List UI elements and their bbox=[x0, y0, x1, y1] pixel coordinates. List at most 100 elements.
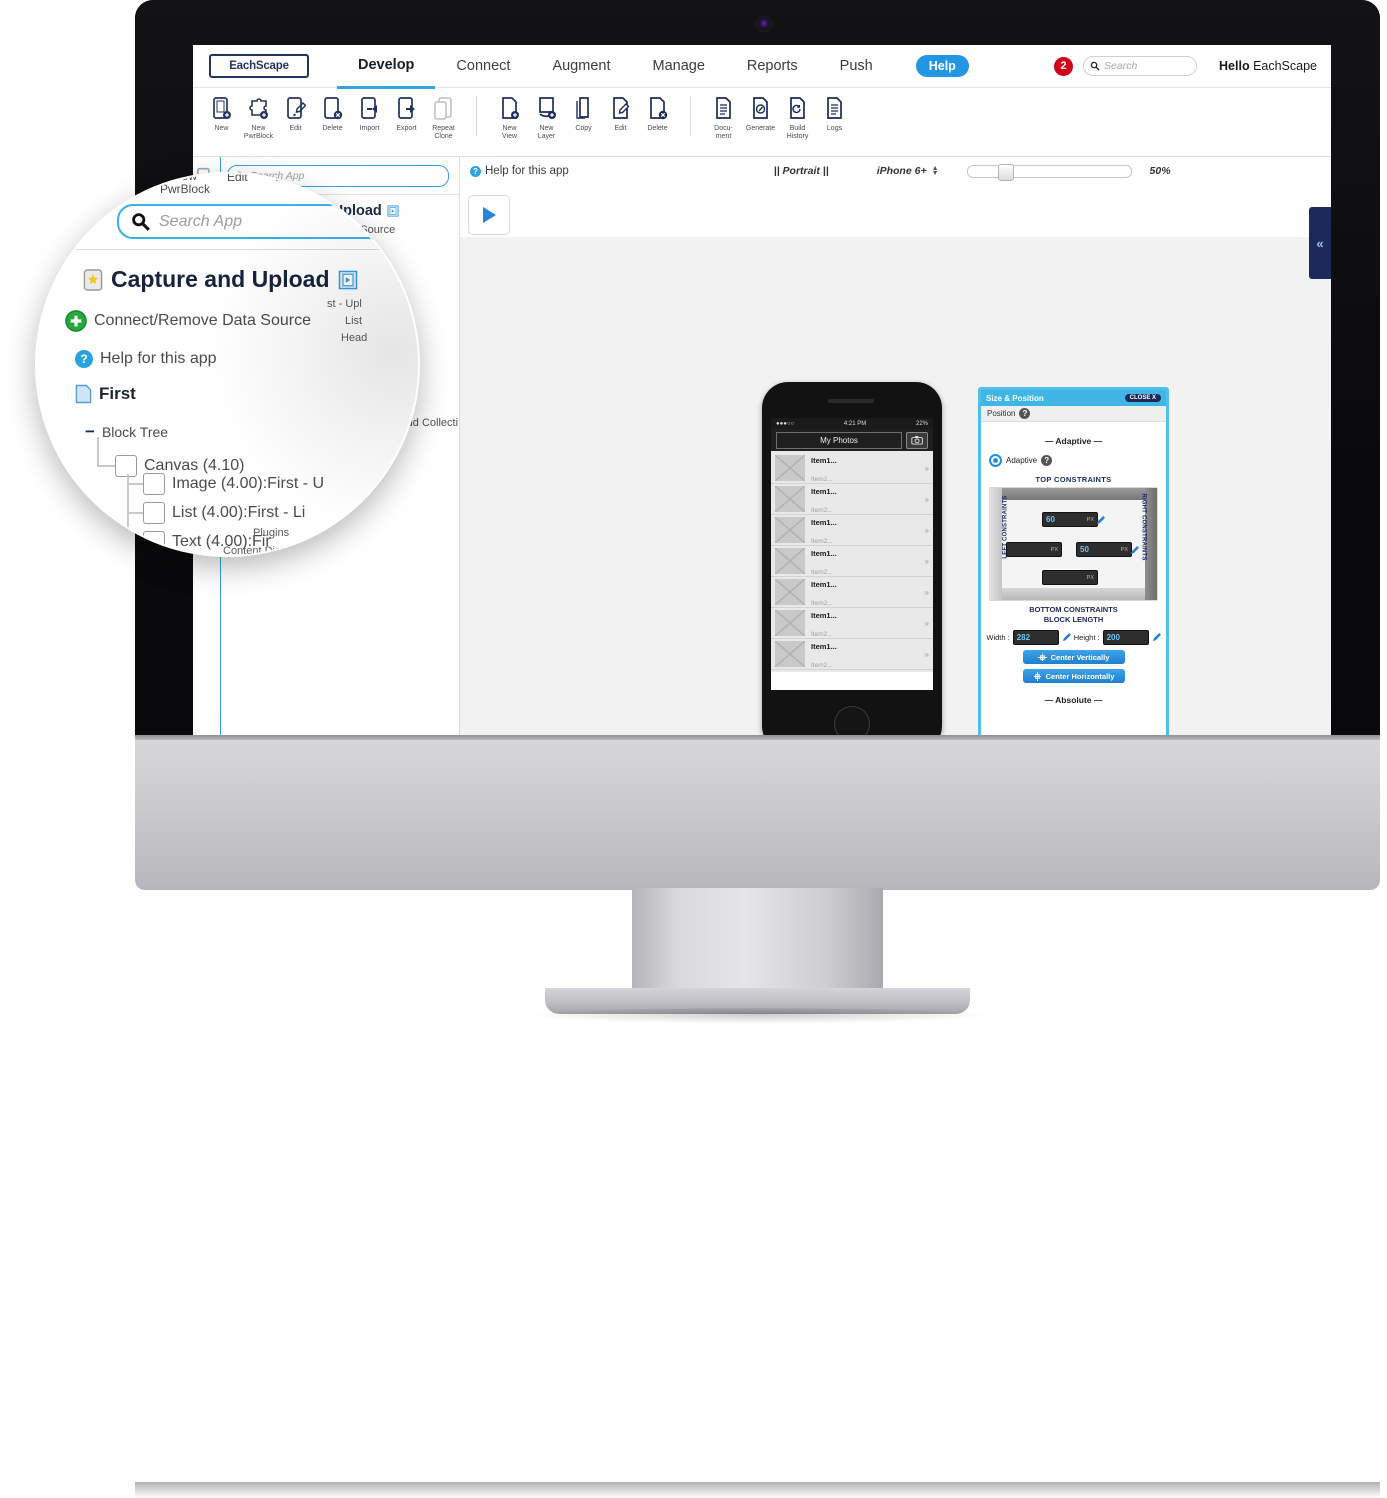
question-icon[interactable]: ? bbox=[1019, 408, 1031, 419]
toolbar-generate[interactable]: Generate bbox=[742, 94, 779, 141]
list-item[interactable]: Item1... Item2...» bbox=[771, 484, 933, 515]
zoom-slider-knob[interactable] bbox=[997, 163, 1014, 181]
toolbar-document[interactable]: Docu-ment bbox=[705, 94, 742, 141]
width-field[interactable]: 282 bbox=[1012, 630, 1059, 645]
orientation-toggle[interactable]: || Portrait || bbox=[774, 165, 829, 177]
top-constraint-field[interactable]: 60 PX bbox=[1042, 512, 1098, 527]
edit-pencil-icon[interactable] bbox=[1096, 512, 1105, 525]
nav-item-manage[interactable]: Manage bbox=[631, 45, 725, 87]
adaptive-radio-label: Adaptive bbox=[1006, 456, 1038, 465]
tree-connector bbox=[97, 437, 99, 467]
center-constraint-field[interactable]: 50 PX bbox=[1076, 542, 1132, 557]
width-height-row: Width : 282 Height : 200 bbox=[981, 630, 1166, 645]
device-select[interactable]: iPhone 6+ ▲ ▼ bbox=[877, 165, 939, 177]
toolbar-new-view[interactable]: New View bbox=[491, 94, 528, 141]
search-input[interactable]: Search bbox=[1083, 56, 1198, 76]
list-item[interactable]: Item1... Item2...» bbox=[771, 608, 933, 639]
edit-pencil-icon[interactable] bbox=[1152, 633, 1161, 642]
block-length-label: BLOCK LENGTH bbox=[1043, 615, 1104, 624]
bottom-constraint-field[interactable]: PX bbox=[1042, 570, 1098, 585]
magnifier-view-row[interactable]: First bbox=[75, 384, 136, 404]
notification-badge[interactable]: 2 bbox=[1054, 56, 1074, 76]
document-icon bbox=[714, 94, 734, 124]
toolbar-export-app[interactable]: Export bbox=[388, 94, 425, 141]
toolbar-delete-app[interactable]: Delete bbox=[314, 94, 351, 141]
nav-item-reports[interactable]: Reports bbox=[726, 45, 819, 87]
toolbar-logs[interactable]: Logs bbox=[816, 94, 853, 141]
toolbar-new-app[interactable]: New bbox=[203, 94, 240, 141]
user-greeting[interactable]: Hello EachScape bbox=[1219, 59, 1317, 73]
checkbox-icon[interactable] bbox=[143, 473, 165, 495]
unit-label: PX bbox=[1086, 574, 1094, 581]
toolbar-copy[interactable]: Copy bbox=[565, 94, 602, 141]
page-icon bbox=[75, 384, 92, 404]
toolbar-edit-app[interactable]: Edit bbox=[277, 94, 314, 141]
canvas-stage: ●●●○○ 4:21 PM 22% My Photos Item1... Ite… bbox=[460, 237, 1331, 735]
toolbar-edit-view[interactable]: Edit bbox=[602, 94, 639, 141]
adaptive-radio-row[interactable]: Adaptive ? bbox=[989, 454, 1166, 467]
canvas-help-row[interactable]: ? Help for this app bbox=[470, 165, 569, 177]
center-vertically-label: Center Vertically bbox=[1050, 652, 1110, 662]
height-field[interactable]: 200 bbox=[1102, 630, 1149, 645]
center-constraint-value: 50 bbox=[1080, 545, 1089, 554]
radio-icon[interactable] bbox=[989, 454, 1002, 467]
magnifier-toolbar-label: Edit bbox=[227, 172, 248, 184]
nav-item-push[interactable]: Push bbox=[819, 45, 894, 87]
phone-new-icon bbox=[212, 94, 232, 124]
toolbar-delete-view[interactable]: Delete bbox=[639, 94, 676, 141]
right-constraints-label: RIGHT CONSTRAINTS bbox=[1140, 493, 1147, 561]
list-item[interactable]: Item1... Item2...» bbox=[771, 639, 933, 670]
generate-icon bbox=[751, 94, 771, 124]
toolbar-label: New bbox=[214, 125, 229, 132]
logs-icon bbox=[825, 94, 845, 124]
phone-nav-title: My Photos bbox=[776, 431, 902, 449]
center-horizontally-button[interactable]: Center Horizontally bbox=[1022, 669, 1125, 683]
phone-list: Item1... Item2...» Item1... Item2...» Item… bbox=[771, 451, 933, 672]
toolbar-import-app[interactable]: Import bbox=[351, 94, 388, 141]
edit-pencil-icon[interactable] bbox=[1062, 633, 1071, 642]
nav-item-augment[interactable]: Augment bbox=[531, 45, 631, 87]
monitor-chin bbox=[135, 740, 1380, 1498]
toolbar-label: Logs bbox=[826, 125, 843, 132]
toolbar-repeat-clone[interactable]: Repeat Clone bbox=[425, 94, 462, 141]
help-button[interactable]: Help bbox=[915, 55, 969, 77]
checkbox-icon[interactable] bbox=[115, 455, 137, 477]
absolute-divider-label: — Absolute — bbox=[1044, 695, 1103, 705]
eachscape-logo[interactable]: EachScape bbox=[209, 54, 309, 78]
list-item[interactable]: Item1... Item2...» bbox=[771, 577, 933, 608]
preview-play-button[interactable] bbox=[468, 195, 510, 235]
panel-collapse-button[interactable]: « bbox=[1309, 207, 1331, 279]
list-item[interactable]: Item1... Item2...» bbox=[771, 546, 933, 577]
canvas-help-label: Help for this app bbox=[485, 165, 569, 177]
nav-item-develop[interactable]: Develop bbox=[337, 45, 436, 89]
phone-edit-icon bbox=[286, 94, 306, 124]
zoom-slider[interactable] bbox=[966, 163, 1132, 181]
toolbar-new-pwrblock[interactable]: New PwrBlock bbox=[240, 94, 277, 141]
thumbnail-placeholder-icon bbox=[775, 455, 805, 481]
center-vertically-button[interactable]: Center Vertically bbox=[1022, 650, 1125, 664]
question-icon: ? bbox=[75, 350, 93, 368]
nav-item-connect[interactable]: Connect bbox=[435, 45, 531, 87]
greeting-prefix: Hello bbox=[1219, 59, 1254, 73]
left-constraint-field[interactable]: PX bbox=[1006, 542, 1062, 557]
checkbox-icon[interactable] bbox=[143, 531, 165, 553]
stand-shadow bbox=[523, 1008, 993, 1024]
camera-icon[interactable] bbox=[906, 431, 928, 449]
question-icon[interactable]: ? bbox=[1041, 455, 1053, 466]
item-line2: Item2... bbox=[811, 662, 833, 669]
checkbox-icon[interactable] bbox=[143, 502, 165, 524]
width-value: 282 bbox=[1016, 633, 1031, 642]
toolbar-new-layer[interactable]: New Layer bbox=[528, 94, 565, 141]
chevron-right-icon: » bbox=[924, 587, 929, 597]
item-line1: Item1... bbox=[811, 456, 837, 465]
toolbar-build-history[interactable]: Build History bbox=[779, 94, 816, 141]
canvas-toolbar: ? Help for this app || Portrait || iPhon… bbox=[460, 157, 1331, 185]
toolbar-divider-1 bbox=[476, 96, 477, 136]
close-button[interactable]: CLOSE X bbox=[1124, 394, 1161, 402]
list-item[interactable]: Item1... Item2...» bbox=[771, 515, 933, 546]
edit-pencil-icon[interactable] bbox=[1130, 542, 1139, 555]
toolbar-label: New View bbox=[501, 125, 518, 140]
magnifier-search-placeholder: Search App bbox=[159, 212, 243, 230]
magnifier-bubble: New PwrBlock Edit Delete Import Search Ap… bbox=[35, 172, 420, 557]
list-item[interactable]: Item1... Item2...» bbox=[771, 453, 933, 484]
